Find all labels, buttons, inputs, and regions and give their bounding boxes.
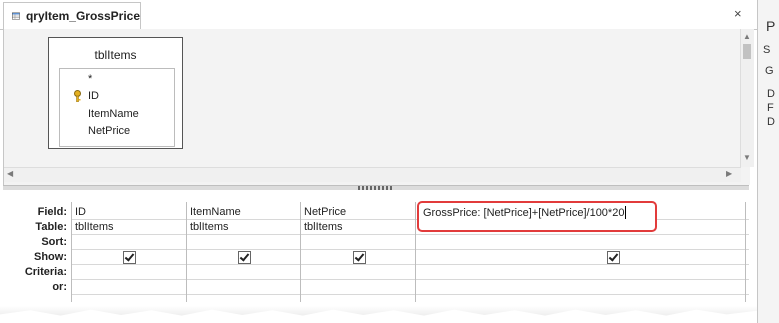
row-label-field: Field: bbox=[37, 206, 67, 218]
close-icon[interactable]: × bbox=[734, 6, 742, 21]
grid-line bbox=[71, 249, 749, 250]
column-separator[interactable] bbox=[300, 202, 301, 302]
row-label-or: or: bbox=[52, 281, 67, 293]
field-item-id[interactable]: ID bbox=[88, 90, 99, 102]
grid-line bbox=[71, 294, 749, 295]
column-separator[interactable] bbox=[415, 202, 416, 302]
pane-fragment: G bbox=[765, 65, 774, 77]
scroll-down-icon[interactable]: ▼ bbox=[743, 153, 751, 162]
scroll-up-icon[interactable]: ▲ bbox=[743, 32, 751, 41]
table-name: tblItems bbox=[94, 48, 137, 62]
table-cell-netprice[interactable]: tblItems bbox=[304, 221, 343, 233]
show-checkbox-itemname[interactable] bbox=[238, 251, 251, 264]
design-grid: Field: Table: Sort: Show: Criteria: or: … bbox=[3, 190, 749, 306]
column-separator[interactable] bbox=[186, 202, 187, 302]
column-separator[interactable] bbox=[71, 202, 72, 302]
field-list[interactable]: * ID ItemName NetPrice bbox=[59, 68, 175, 147]
text-cursor bbox=[625, 206, 626, 219]
field-cell-netprice[interactable]: NetPrice bbox=[304, 206, 346, 218]
primary-key-icon bbox=[74, 90, 81, 102]
row-label-table: Table: bbox=[35, 221, 67, 233]
field-cell-itemname[interactable]: ItemName bbox=[190, 206, 241, 218]
scroll-right-icon[interactable]: ▶ bbox=[726, 169, 732, 178]
grid-line bbox=[71, 234, 749, 235]
horizontal-scrollbar[interactable]: ◀ ▶ bbox=[4, 167, 741, 182]
scroll-thumb[interactable] bbox=[743, 44, 751, 59]
row-label-criteria: Criteria: bbox=[24, 266, 67, 278]
tab-title: qryItem_GrossPrice bbox=[25, 9, 140, 23]
row-label-sort: Sort: bbox=[41, 236, 67, 248]
field-item-itemname[interactable]: ItemName bbox=[88, 108, 139, 120]
row-label-show: Show: bbox=[34, 251, 67, 263]
field-item-netprice[interactable]: NetPrice bbox=[88, 125, 130, 137]
table-pane[interactable]: tblItems * ID ItemName NetPrice ▲ ▼ ◀ ▶ bbox=[3, 29, 754, 185]
grid-line bbox=[71, 279, 749, 280]
property-sheet-pane: P S G D F D bbox=[757, 0, 779, 323]
expression-field-cell[interactable]: GrossPrice: [NetPrice]+[NetPrice]/100*20 bbox=[417, 201, 657, 232]
table-cell-id[interactable]: tblItems bbox=[75, 221, 114, 233]
show-checkbox-id[interactable] bbox=[123, 251, 136, 264]
table-field-list-tblitems[interactable]: tblItems * ID ItemName NetPrice bbox=[48, 37, 183, 149]
query-icon bbox=[12, 12, 20, 20]
grid-line bbox=[71, 264, 749, 265]
show-checkbox-grossprice[interactable] bbox=[607, 251, 620, 264]
scroll-left-icon[interactable]: ◀ bbox=[7, 169, 13, 178]
document-tab-bar: qryItem_GrossPrice × bbox=[0, 0, 757, 30]
field-item-all[interactable]: * bbox=[88, 73, 92, 85]
pane-fragment: D bbox=[767, 116, 775, 128]
field-cell-id[interactable]: ID bbox=[75, 206, 86, 218]
vertical-scrollbar[interactable]: ▲ ▼ bbox=[740, 29, 754, 167]
tab-qryitem-grossprice[interactable]: qryItem_GrossPrice bbox=[3, 2, 141, 30]
column-separator[interactable] bbox=[745, 202, 746, 302]
pane-fragment: F bbox=[767, 102, 774, 114]
pane-fragment: S bbox=[763, 44, 771, 56]
pane-fragment: D bbox=[767, 88, 775, 100]
expression-text[interactable]: GrossPrice: [NetPrice]+[NetPrice]/100*20 bbox=[423, 207, 624, 219]
query-design-window: qryItem_GrossPrice × tblItems * ID ItemN… bbox=[0, 0, 757, 310]
table-cell-itemname[interactable]: tblItems bbox=[190, 221, 229, 233]
pane-fragment: P bbox=[766, 18, 776, 34]
show-checkbox-netprice[interactable] bbox=[353, 251, 366, 264]
